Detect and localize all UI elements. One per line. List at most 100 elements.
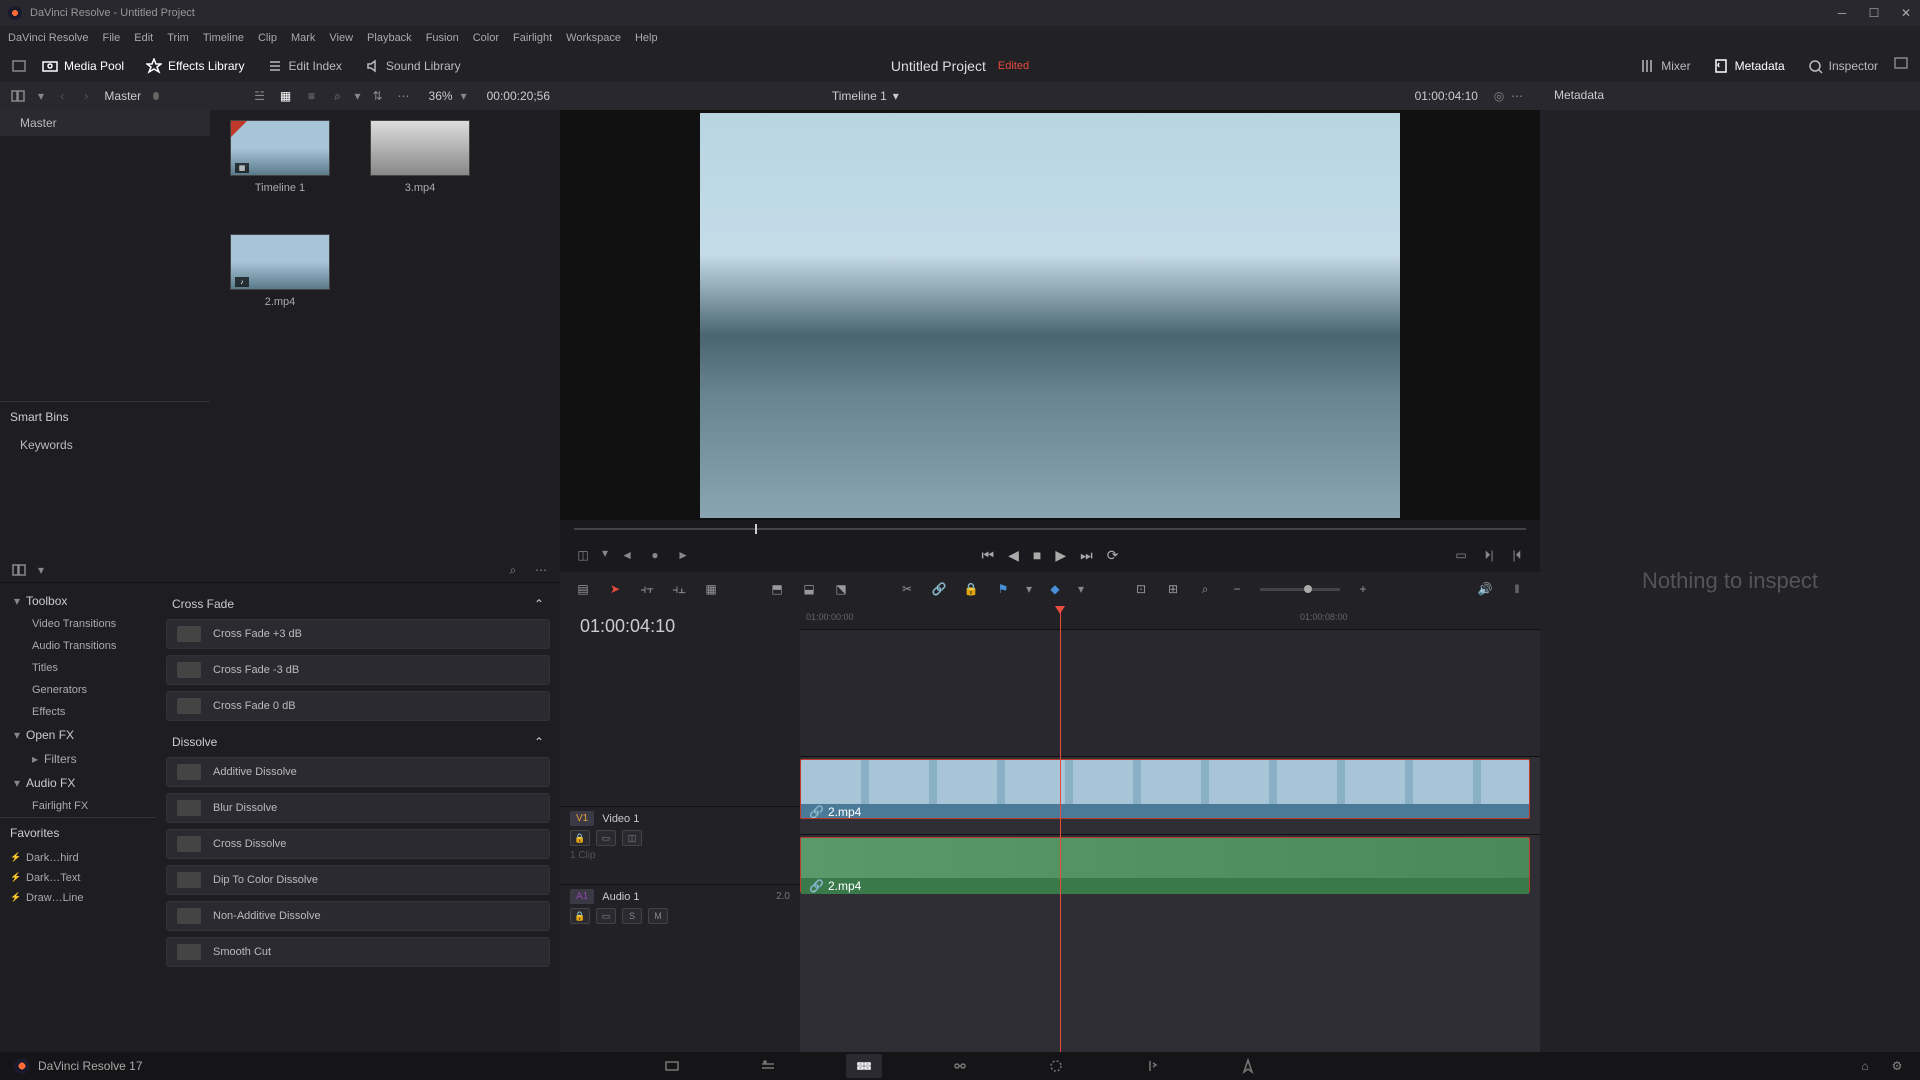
menu-mark[interactable]: Mark <box>291 32 315 44</box>
settings-button[interactable]: ⚙ <box>1888 1057 1906 1075</box>
cat-effects[interactable]: Effects <box>0 701 156 723</box>
menu-trim[interactable]: Trim <box>167 32 189 44</box>
zoom-out-button[interactable]: − <box>1228 580 1246 598</box>
toolbox-header[interactable]: ▾Toolbox <box>0 589 156 613</box>
page-fusion[interactable] <box>942 1054 978 1078</box>
fx-item[interactable]: Cross Dissolve <box>166 829 550 859</box>
track-frame-button[interactable]: ◫ <box>622 830 642 846</box>
selection-tool[interactable]: ➤ <box>606 580 624 598</box>
nav-fwd[interactable]: › <box>80 87 92 105</box>
lock-button[interactable]: 🔒 <box>962 580 980 598</box>
menu-workspace[interactable]: Workspace <box>566 32 621 44</box>
menu-dots-icon[interactable]: ⋯ <box>532 561 550 579</box>
link-button[interactable]: 🔗 <box>930 580 948 598</box>
audio-meter-icon[interactable]: ‖ <box>1508 580 1526 598</box>
step-back-icon[interactable]: |⏴ <box>1508 546 1526 564</box>
fx-item[interactable]: Cross Fade +3 dB <box>166 619 550 649</box>
maximize-button[interactable]: ☐ <box>1868 7 1880 19</box>
marker-button[interactable]: ◆ <box>1046 580 1064 598</box>
viewer-canvas[interactable] <box>700 113 1400 518</box>
collapse-icon[interactable]: ⌃ <box>534 735 544 749</box>
favorite-item[interactable]: Dark…hird <box>0 848 156 868</box>
page-deliver[interactable] <box>1230 1054 1266 1078</box>
menu-dots-icon[interactable]: ⋯ <box>395 87 413 105</box>
fx-item[interactable]: Cross Fade -3 dB <box>166 655 550 685</box>
video-clip[interactable]: 🔗2.mp4 <box>800 759 1530 819</box>
track-visible-button[interactable]: ▭ <box>596 830 616 846</box>
custom-zoom-button[interactable]: ⌕ <box>1196 580 1214 598</box>
metadata-toggle[interactable]: Metadata <box>1705 54 1793 78</box>
go-end-button[interactable]: ⏭ <box>1080 547 1093 564</box>
chevron-down-icon[interactable]: ▾ <box>1078 582 1084 596</box>
cat-titles[interactable]: Titles <box>0 657 156 679</box>
cat-filters[interactable]: ▸Filters <box>0 747 156 771</box>
play-button[interactable]: ▶ <box>1055 547 1066 564</box>
overwrite-button[interactable]: ⬓ <box>800 580 818 598</box>
mixer-toggle[interactable]: Mixer <box>1631 54 1698 78</box>
chevron-down-icon[interactable]: ▾ <box>461 89 467 103</box>
fx-item[interactable]: Cross Fade 0 dB <box>166 691 550 721</box>
view-list-icon[interactable]: ≡ <box>303 87 321 105</box>
fx-group-dissolve[interactable]: Dissolve⌃ <box>166 727 550 757</box>
zoom-percent[interactable]: 36% <box>429 89 453 103</box>
effects-library-toggle[interactable]: Effects Library <box>138 54 252 78</box>
collapse-icon[interactable]: ⌃ <box>534 597 544 611</box>
media-pool-toggle[interactable]: Media Pool <box>34 54 132 78</box>
clip-item[interactable]: ♪ 2.mp4 <box>230 234 330 308</box>
fx-item[interactable]: Dip To Color Dissolve <box>166 865 550 895</box>
smart-bins-header[interactable]: Smart Bins <box>0 401 210 432</box>
track-header-a1[interactable]: A1 Audio 1 2.0 🔒 ▭ S M <box>560 884 800 962</box>
viewer-title[interactable]: Timeline 1▾ <box>832 89 899 103</box>
menu-help[interactable]: Help <box>635 32 658 44</box>
viewer-scrubber[interactable] <box>574 520 1526 538</box>
zoom-fit-button[interactable]: ⊡ <box>1132 580 1150 598</box>
track-badge[interactable]: V1 <box>570 811 594 826</box>
fx-panel-menu[interactable] <box>10 561 28 579</box>
audio-clip[interactable]: 🔗2.mp4 <box>800 837 1530 893</box>
overwrite-button[interactable]: ▭ <box>1452 546 1470 564</box>
minimize-button[interactable]: ─ <box>1836 7 1848 19</box>
track-visible-button[interactable]: ▭ <box>596 908 616 924</box>
nav-back[interactable]: ‹ <box>56 87 68 105</box>
blade-tool[interactable]: ▦ <box>702 580 720 598</box>
menu-fusion[interactable]: Fusion <box>426 32 459 44</box>
audiofx-header[interactable]: ▾Audio FX <box>0 771 156 795</box>
insert-button[interactable]: ⬒ <box>768 580 786 598</box>
page-media[interactable] <box>654 1054 690 1078</box>
mark-dot[interactable]: ● <box>646 546 664 564</box>
timeline-view-button[interactable]: ▤ <box>574 580 592 598</box>
cat-fairlightfx[interactable]: Fairlight FX <box>0 795 156 817</box>
chevron-down-icon[interactable]: ▾ <box>893 89 899 103</box>
playhead[interactable] <box>1060 606 1061 1052</box>
full-screen-button[interactable] <box>1892 54 1910 72</box>
track-header-v1[interactable]: V1 Video 1 🔒 ▭ ◫ 1 Clip <box>560 806 800 884</box>
bin-keywords[interactable]: Keywords <box>0 432 210 458</box>
menu-file[interactable]: File <box>103 32 121 44</box>
menu-resolve[interactable]: DaVinci Resolve <box>8 32 89 44</box>
favorite-item[interactable]: Draw…Line <box>0 888 156 908</box>
menu-clip[interactable]: Clip <box>258 32 277 44</box>
menu-edit[interactable]: Edit <box>134 32 153 44</box>
zoom-slider[interactable] <box>1260 588 1340 591</box>
track-lock-button[interactable]: 🔒 <box>570 908 590 924</box>
track-lock-button[interactable]: 🔒 <box>570 830 590 846</box>
solo-button[interactable]: S <box>622 908 642 924</box>
track-badge[interactable]: A1 <box>570 889 594 904</box>
chevron-down-icon[interactable]: ▾ <box>355 89 361 103</box>
chevron-down-icon[interactable]: ▾ <box>38 89 44 103</box>
cat-generators[interactable]: Generators <box>0 679 156 701</box>
edit-index-toggle[interactable]: Edit Index <box>259 54 350 78</box>
clip-item[interactable]: 3.mp4 <box>370 120 470 194</box>
search-icon[interactable]: ⌕ <box>329 87 347 105</box>
mark-in-button[interactable]: ◄ <box>618 546 636 564</box>
menu-view[interactable]: View <box>329 32 353 44</box>
zoom-detail-button[interactable]: ⊞ <box>1164 580 1182 598</box>
bin-master[interactable]: Master <box>0 110 210 136</box>
fx-item[interactable]: Smooth Cut <box>166 937 550 967</box>
fx-item[interactable]: Non-Additive Dissolve <box>166 901 550 931</box>
dynamic-trim-tool[interactable]: ⫞⫠ <box>670 580 688 598</box>
timeline-ruler[interactable]: 01:00:00:00 01:00:08:00 <box>800 606 1540 630</box>
inspector-toggle[interactable]: Inspector <box>1799 54 1886 78</box>
step-back-button[interactable]: ◀ <box>1008 547 1019 564</box>
loop-button[interactable]: ⟳ <box>1107 547 1119 564</box>
